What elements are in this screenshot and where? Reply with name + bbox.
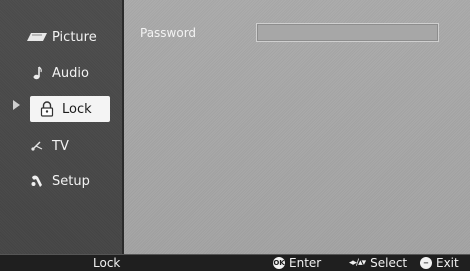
- lock-icon: [36, 101, 58, 117]
- tv-antenna-icon: [26, 138, 48, 154]
- setup-icon: [26, 173, 48, 189]
- sidebar-item-label: Picture: [52, 29, 97, 45]
- sidebar-item-lock[interactable]: Lock: [30, 96, 110, 122]
- enter-hint: OK Enter: [273, 256, 321, 270]
- music-note-icon: [26, 65, 48, 81]
- sidebar-item-label: Setup: [52, 173, 90, 189]
- password-label: Password: [140, 26, 197, 40]
- ok-button-icon: OK: [273, 257, 285, 269]
- sidebar-item-label: Audio: [52, 65, 89, 81]
- password-field[interactable]: [256, 23, 439, 42]
- exit-hint-label: Exit: [436, 256, 459, 270]
- tv-menu-screen: Picture Audio Lock TV Setup Password Loc…: [0, 0, 470, 271]
- sidebar-item-label: Lock: [62, 101, 92, 117]
- picture-icon: [26, 29, 48, 45]
- sidebar-menu: Picture Audio Lock TV Setup: [0, 0, 124, 254]
- enter-hint-label: Enter: [289, 256, 322, 270]
- exit-button-icon: −: [420, 257, 432, 269]
- select-hint-label: Select: [370, 256, 408, 270]
- lock-settings-panel: Password: [124, 0, 470, 254]
- sidebar-item-label: TV: [52, 138, 69, 154]
- status-title: Lock: [93, 256, 121, 270]
- dpad-arrows-icon: ◂▸/▴▾: [349, 258, 366, 268]
- status-bar: Lock OK Enter ◂▸/▴▾ Select − Exit: [0, 254, 470, 271]
- selection-arrow-icon: [13, 100, 20, 110]
- select-hint: ◂▸/▴▾ Select: [349, 256, 407, 270]
- exit-hint: − Exit: [420, 256, 459, 270]
